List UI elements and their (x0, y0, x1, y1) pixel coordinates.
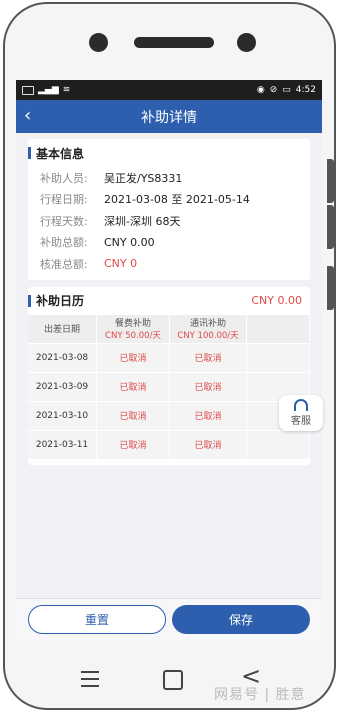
headset-icon (294, 399, 308, 411)
signal-icon: ▂▄▆ (38, 85, 59, 95)
info-label: 行程日期: (40, 193, 88, 207)
reset-button[interactable]: 重置 (28, 605, 166, 634)
status-time: 4:52 (295, 85, 316, 95)
table-row: 2021-03-08 已取消 已取消 (28, 342, 310, 372)
section-marker (28, 294, 31, 307)
cell-comm-status: 已取消 (169, 400, 247, 430)
menu-nav-icon[interactable] (81, 671, 99, 692)
volume-up-button (327, 205, 334, 249)
eye-icon: ◉ (256, 85, 265, 95)
info-row-total: 补助总额: CNY 0.00 (28, 232, 310, 254)
cell-date: 2021-03-08 (28, 342, 97, 372)
calendar-title: 补助日历 (36, 294, 85, 308)
wifi-icon: ≋ (62, 85, 71, 95)
info-row-approved: 核准总额: CNY 0 (28, 253, 310, 275)
info-label: 行程天数: (40, 214, 88, 228)
info-row-days: 行程天数: 深圳-深圳 68天 (28, 210, 310, 232)
section-marker (28, 147, 31, 159)
basic-info-card: 基本信息 补助人员: 吴正发/YS8331 行程日期: 2021-03-08 至… (28, 139, 310, 280)
cell-empty (246, 342, 310, 372)
volume-down-button (327, 266, 334, 310)
cell-meal-status: 已取消 (96, 342, 170, 372)
watermark: 网易号 | 胜意 (214, 687, 306, 703)
calendar-total: CNY 0.00 (251, 294, 302, 307)
home-nav-icon[interactable] (163, 670, 183, 690)
column-header-meal: 餐费补助 CNY 50.00/天 (96, 314, 170, 343)
sensor (237, 33, 256, 52)
cell-comm-status: 已取消 (169, 342, 247, 372)
table-row: 2021-03-11 已取消 已取消 (28, 429, 310, 459)
info-value: 2021-03-08 至 2021-05-14 (104, 193, 250, 207)
info-value: 深圳-深圳 68天 (104, 214, 181, 228)
info-row-person: 补助人员: 吴正发/YS8331 (28, 167, 310, 189)
action-bar: 重置 保存 (16, 598, 322, 640)
chevron-left-icon[interactable]: ‹ (24, 105, 31, 126)
app-screen: ▂▄▆ ≋ ◉ ⊘ ▭ 4:52 ‹ 补助详情 基本信息 补助人员: 吴正发/Y… (16, 80, 322, 640)
calendar-table: 出差日期 餐费补助 CNY 50.00/天 通讯补助 CNY 100.00/天 20… (28, 314, 310, 459)
calendar-header: 补助日历 CNY 0.00 (28, 287, 310, 315)
cell-meal-status: 已取消 (96, 400, 170, 430)
cell-date: 2021-03-09 (28, 371, 97, 401)
info-value: CNY 0 (104, 257, 138, 271)
hd-icon (22, 85, 34, 95)
mute-icon: ⊘ (269, 85, 278, 95)
basic-info-header: 基本信息 (28, 139, 310, 167)
info-row-dates: 行程日期: 2021-03-08 至 2021-05-14 (28, 189, 310, 211)
table-header-row: 出差日期 餐费补助 CNY 50.00/天 通讯补助 CNY 100.00/天 (28, 314, 310, 343)
column-header-comm: 通讯补助 CNY 100.00/天 (169, 314, 247, 343)
info-label: 补助总额: (40, 236, 88, 250)
title-bar: ‹ 补助详情 (16, 100, 322, 133)
cell-comm-status: 已取消 (169, 371, 247, 401)
earpiece-speaker (134, 37, 214, 48)
battery-icon: ▭ (282, 85, 291, 95)
cell-meal-status: 已取消 (96, 429, 170, 459)
cell-date: 2021-03-11 (28, 429, 97, 459)
save-button[interactable]: 保存 (172, 605, 310, 634)
customer-service-label: 客服 (291, 416, 311, 427)
info-value: 吴正发/YS8331 (104, 171, 183, 185)
table-row: 2021-03-10 已取消 已取消 (28, 400, 310, 430)
info-value: CNY 0.00 (104, 235, 155, 249)
table-row: 2021-03-09 已取消 已取消 (28, 371, 310, 401)
basic-info-title: 基本信息 (36, 146, 85, 161)
cell-empty (246, 429, 310, 459)
column-header-empty (246, 314, 310, 343)
cell-comm-status: 已取消 (169, 429, 247, 459)
cell-date: 2021-03-10 (28, 400, 97, 430)
info-label: 补助人员: (40, 171, 88, 185)
front-camera (89, 33, 108, 52)
power-button (327, 159, 334, 203)
column-header-date: 出差日期 (28, 314, 97, 343)
status-bar: ▂▄▆ ≋ ◉ ⊘ ▭ 4:52 (16, 80, 322, 100)
page-title: 补助详情 (141, 109, 197, 126)
info-label: 核准总额: (40, 257, 88, 271)
customer-service-button[interactable]: 客服 (279, 395, 323, 431)
calendar-card: 补助日历 CNY 0.00 出差日期 餐费补助 CNY 50.00/天 通讯补助 C… (28, 286, 310, 465)
cell-meal-status: 已取消 (96, 371, 170, 401)
